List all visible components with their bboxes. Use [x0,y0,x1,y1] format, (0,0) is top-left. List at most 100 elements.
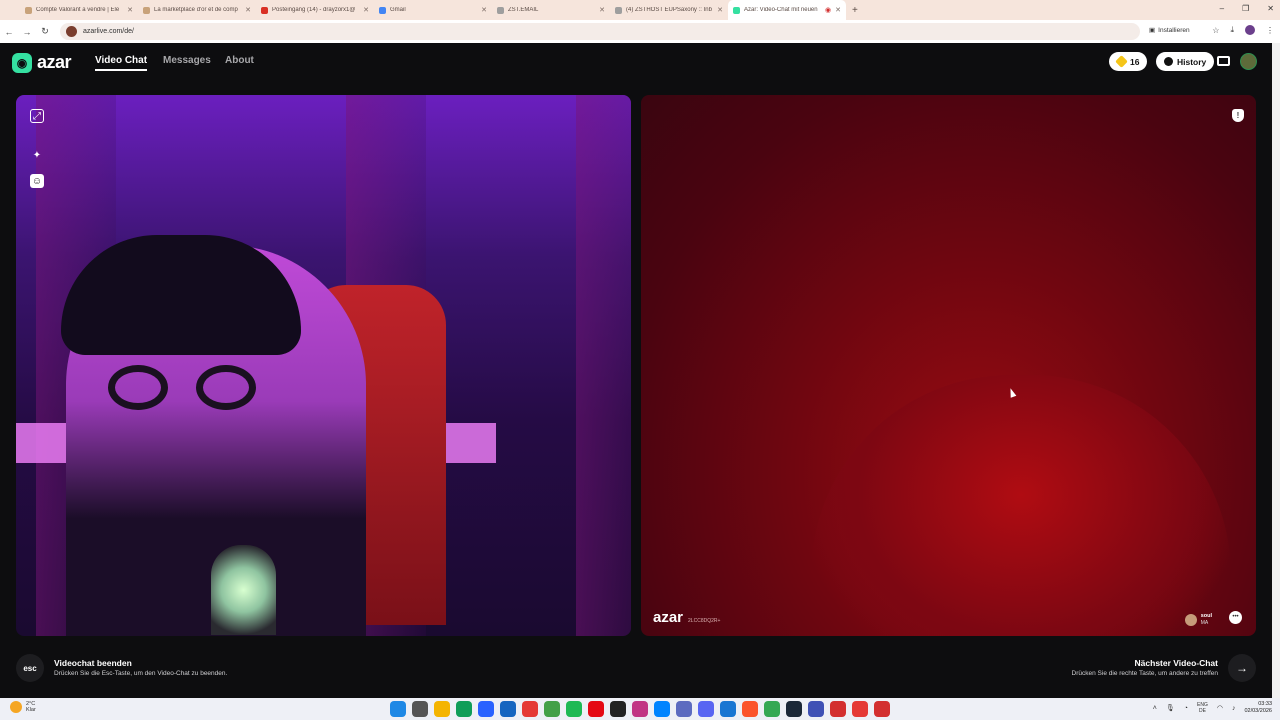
nav-messages[interactable]: Messages [163,55,211,66]
tab-title: ZST.EMAIL [508,7,539,13]
nav-video-chat[interactable]: Video Chat [95,55,148,71]
nav-about[interactable]: About [225,55,254,66]
close-tab-icon[interactable]: ✕ [717,6,723,14]
google-icon [379,6,386,14]
browser-tab[interactable]: ZST.EMAIL ✕ [492,0,610,20]
bookmark-star-icon[interactable]: ☆ [1212,26,1219,35]
peer-info[interactable]: soul MA [1184,613,1212,626]
chrome-alt-icon[interactable] [764,701,780,717]
forward-icon[interactable]: → [18,27,36,37]
notes-icon[interactable] [808,701,824,717]
weather-widget[interactable]: 2°C Klar [10,701,36,713]
next-chat-button[interactable]: → [1228,654,1256,682]
rgb-microphone [211,545,276,635]
spotify-icon[interactable] [566,701,582,717]
chrome-icon[interactable] [544,701,560,717]
sticker-icon[interactable]: ☺ [30,174,44,188]
discord-icon[interactable] [698,701,714,717]
minimize-button[interactable]: – [1220,4,1224,13]
brave-icon[interactable] [742,701,758,717]
browser-tab-active[interactable]: Azar: Video-Chat mit neuen ◉ ✕ [728,0,846,20]
windows-taskbar: 2°C Klar ˄ 🎙 ◔ ENG DE ◠ ♪ 03:33 02/03/20… [0,698,1280,720]
chevron-up-icon[interactable]: ˄ [1153,705,1157,712]
url-text: azarlive.com/de/ [83,28,134,35]
profile-avatar[interactable] [1245,25,1255,35]
store-icon[interactable] [478,701,494,717]
zst-icon [615,6,622,14]
azar-logo[interactable]: ◉ azar [12,52,72,73]
glasses-lens [196,365,256,410]
netflix-icon[interactable] [588,701,604,717]
glasses-lens [108,365,168,410]
edge-icon[interactable] [456,701,472,717]
download-icon[interactable]: ⤓ [1230,25,1234,35]
chat-bubble-icon[interactable]: ••• [1229,611,1242,624]
windows-start-icon[interactable] [390,701,406,717]
game-icon[interactable] [852,701,868,717]
address-bar[interactable]: azarlive.com/de/ [60,23,1140,40]
volume-icon[interactable]: ♪ [1232,705,1236,712]
back-icon[interactable]: ← [0,27,18,37]
watermark-logo: azar [653,609,684,626]
reload-icon[interactable]: ↻ [36,26,54,37]
peer-avatar [1184,613,1197,626]
eldorado-icon [25,6,32,14]
browser-tab[interactable]: Posteingang (14) - drayzorx1@ ✕ [256,0,374,20]
azar-logo-icon: ◉ [12,52,32,73]
next-chat-title: Nächster Video-Chat [1134,658,1218,668]
gem-icon [1115,55,1128,68]
menu-dots-icon[interactable]: ⋮ [1266,26,1274,35]
next-chat-hint: Nächster Video-Chat Drücken Sie die rech… [1072,654,1256,682]
browser-tab[interactable]: (4) ZSTHOST EUPSaxony :: Inb ✕ [610,0,728,20]
azar-watermark: azar 2LCC8DQ2R+ [653,609,720,626]
magic-wand-icon[interactable]: ✦ [30,148,44,162]
close-tab-icon[interactable]: ✕ [481,6,487,14]
browser-tab[interactable]: Compte Valorant a vendre | Ele ✕ [20,0,138,20]
mail-badge-icon[interactable] [720,701,736,717]
page-scrollbar[interactable] [1272,43,1280,698]
language-indicator[interactable]: ENG DE [1197,702,1208,714]
close-tab-icon[interactable]: ✕ [835,6,841,14]
maximize-button[interactable]: ❐ [1242,4,1249,13]
mail-icon[interactable] [500,701,516,717]
wifi-icon[interactable]: ◠ [1217,704,1223,712]
tiktok-icon[interactable] [610,701,626,717]
site-info-icon[interactable] [66,26,77,37]
target-icon[interactable] [874,701,890,717]
system-tray: ˄ 🎙 ◔ ENG DE ◠ ♪ 03:33 02/03/2026 [1153,701,1272,715]
tab-title: Compte Valorant a vendre | Ele [36,7,120,13]
inbox-icon[interactable] [1217,56,1230,66]
clock-widget[interactable]: 03:33 02/03/2026 [1244,701,1272,715]
browser-tab-strip: Compte Valorant a vendre | Ele ✕ La marke… [0,0,1280,20]
window-controls: – ❐ ✕ [1220,4,1274,13]
messenger-icon[interactable] [654,701,670,717]
close-tab-icon[interactable]: ✕ [363,6,369,14]
browser-tab[interactable]: Gmail ✕ [374,0,492,20]
new-tab-button[interactable]: + [852,5,858,16]
tab-title: La marketplace d'or et de comp [154,7,238,13]
record-icon[interactable] [830,701,846,717]
close-tab-icon[interactable]: ✕ [245,6,251,14]
end-chat-subtitle: Drücken Sie die Esc-Taste, um den Video-… [54,670,228,677]
steam-icon[interactable] [786,701,802,717]
search-icon[interactable] [412,701,428,717]
expand-icon[interactable]: ⤢ [30,109,44,123]
instagram-icon[interactable] [632,701,648,717]
microphone-icon[interactable]: 🎙 [1166,704,1175,712]
network-icon[interactable]: ◔ [1184,705,1188,712]
browser-icon[interactable] [676,701,692,717]
close-tab-icon[interactable]: ✕ [127,6,133,14]
browser-tab[interactable]: La marketplace d'or et de comp ✕ [138,0,256,20]
close-window-button[interactable]: ✕ [1267,4,1274,13]
install-icon: ▣ [1149,27,1156,34]
youtube-icon[interactable] [522,701,538,717]
user-avatar[interactable] [1240,53,1257,70]
file-explorer-icon[interactable] [434,701,450,717]
gems-button[interactable]: 16 [1109,52,1148,71]
weather-desc: Klar [26,707,36,713]
shield-icon[interactable]: ! [1232,109,1244,122]
close-tab-icon[interactable]: ✕ [599,6,605,14]
history-button[interactable]: History [1156,52,1215,71]
install-app-button[interactable]: ▣ Installieren [1149,26,1190,35]
esc-button[interactable]: esc [16,654,44,682]
